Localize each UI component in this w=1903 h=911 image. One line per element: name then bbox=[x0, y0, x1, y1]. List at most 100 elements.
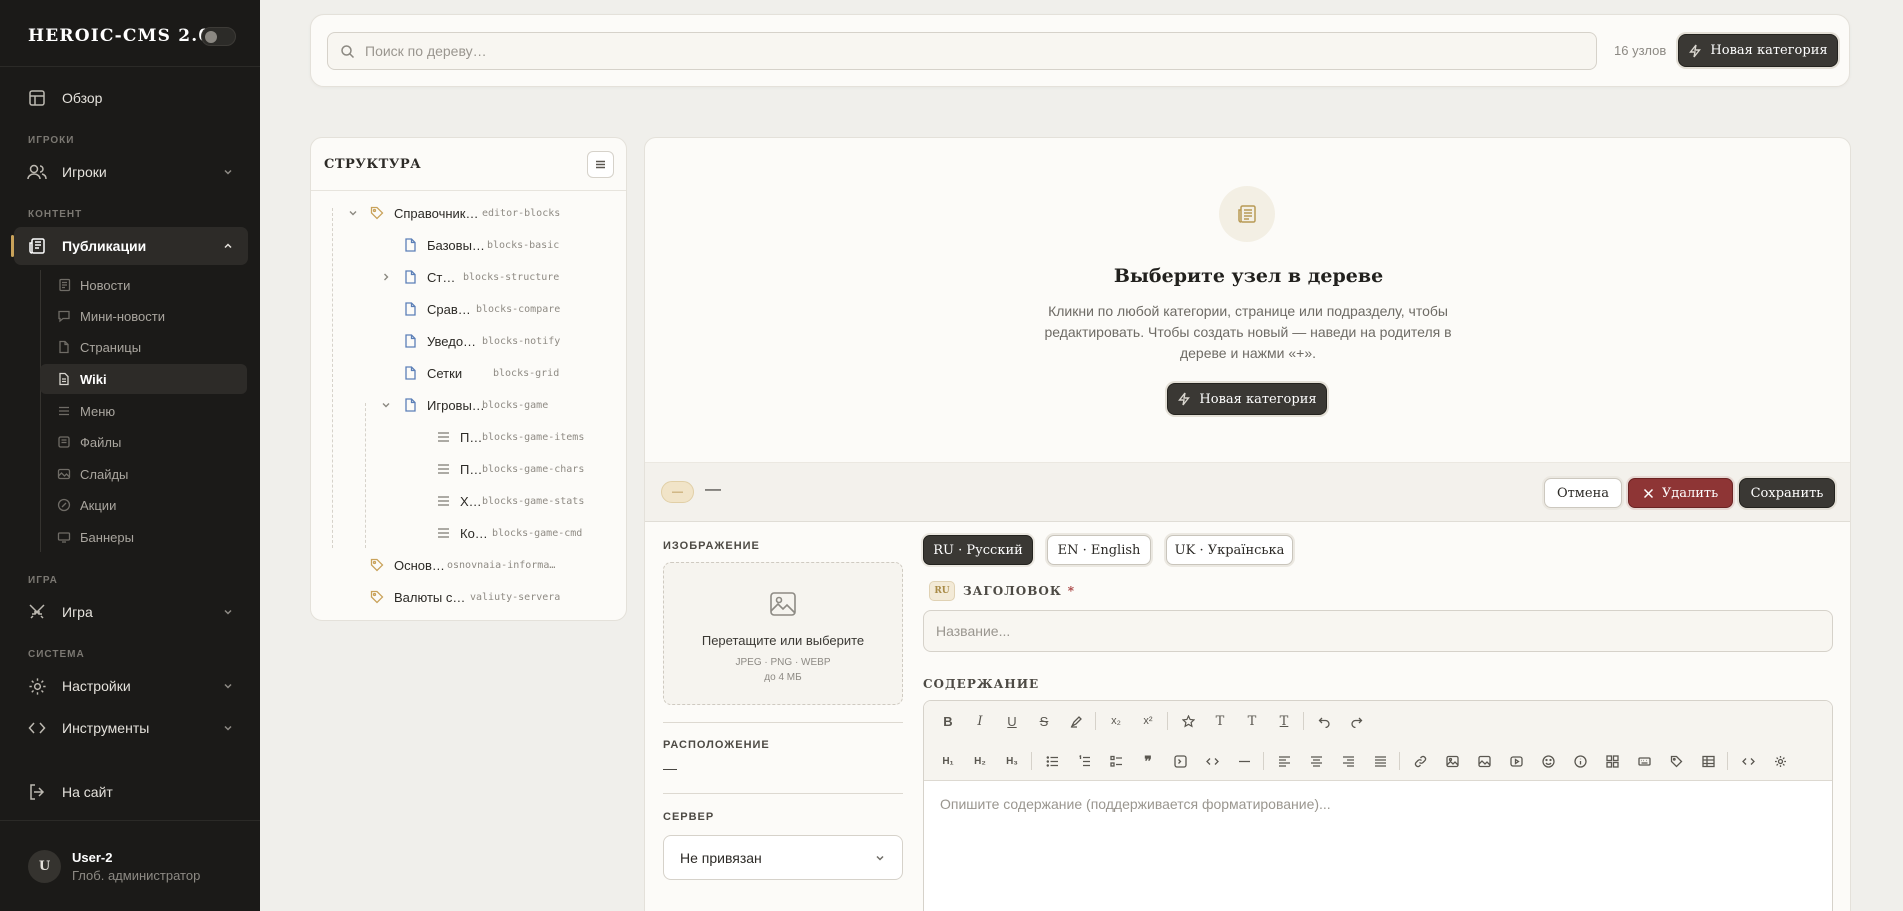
theme-toggle[interactable] bbox=[201, 27, 236, 46]
chevron-down-icon[interactable] bbox=[379, 398, 393, 412]
divider bbox=[663, 722, 903, 723]
ordered-list-icon[interactable] bbox=[1074, 751, 1094, 771]
heading-3-icon[interactable]: H₃ bbox=[1002, 751, 1022, 771]
emoji-icon[interactable] bbox=[1538, 751, 1558, 771]
tag-icon[interactable] bbox=[1666, 751, 1686, 771]
title-input[interactable] bbox=[923, 610, 1833, 652]
tree-node[interactable]: Игровы… bbox=[402, 394, 485, 416]
checklist-icon[interactable] bbox=[1106, 751, 1126, 771]
tree-node[interactable]: Х… bbox=[435, 490, 482, 512]
gear-icon[interactable] bbox=[1770, 751, 1790, 771]
chevron-down-icon[interactable] bbox=[346, 206, 360, 220]
tree-node[interactable]: П… bbox=[435, 426, 482, 448]
tree-node[interactable]: Срав… bbox=[402, 298, 471, 320]
text-style-icon[interactable]: T bbox=[1210, 711, 1230, 731]
sidebar-item-players[interactable]: Игроки bbox=[14, 153, 248, 191]
align-center-icon[interactable] bbox=[1306, 751, 1326, 771]
sidebar-subitem-news[interactable]: Новости bbox=[40, 270, 247, 300]
tree-node[interactable]: Валюты с… bbox=[369, 586, 465, 608]
sidebar-item-overview[interactable]: Обзор bbox=[14, 79, 248, 117]
tab-lang-uk[interactable]: UK · Українська bbox=[1166, 535, 1293, 565]
tree-node[interactable]: Уведо… bbox=[402, 330, 476, 352]
tree-node-slug: blocks-game-chars bbox=[482, 464, 585, 475]
image-icon[interactable] bbox=[1442, 751, 1462, 771]
user-name: User-2 bbox=[72, 850, 113, 865]
cancel-button[interactable]: Отмена bbox=[1544, 478, 1622, 508]
strikethrough-icon[interactable]: S bbox=[1034, 711, 1054, 731]
sidebar-subitem-banners[interactable]: Баннеры bbox=[40, 522, 247, 552]
bold-icon[interactable]: B bbox=[938, 711, 958, 731]
quote-icon[interactable]: ❞ bbox=[1138, 751, 1158, 771]
server-select-value: Не привязан bbox=[680, 849, 762, 866]
italic-icon[interactable]: I bbox=[970, 711, 990, 731]
sidebar-item-tools[interactable]: Инструменты bbox=[14, 709, 248, 747]
tree-search[interactable] bbox=[327, 32, 1597, 70]
chevron-down-icon bbox=[222, 679, 234, 695]
video-icon[interactable] bbox=[1506, 751, 1526, 771]
heading-1-icon[interactable]: H₁ bbox=[938, 751, 958, 771]
undo-icon[interactable] bbox=[1314, 711, 1334, 731]
info-icon[interactable] bbox=[1570, 751, 1590, 771]
code-icon[interactable] bbox=[1202, 751, 1222, 771]
save-button[interactable]: Сохранить bbox=[1739, 478, 1835, 508]
underline-icon[interactable]: U bbox=[1002, 711, 1022, 731]
tree-node[interactable]: Ко… bbox=[435, 522, 488, 544]
sidebar-subitem-files[interactable]: Файлы bbox=[40, 427, 247, 457]
redo-icon[interactable] bbox=[1346, 711, 1366, 731]
text-size-icon[interactable]: T bbox=[1242, 711, 1262, 731]
sidebar-subitem-label: Файлы bbox=[80, 434, 122, 450]
new-category-button[interactable]: Новая категория bbox=[1167, 383, 1327, 415]
sidebar-subitem-mini-news[interactable]: Мини-новости bbox=[40, 301, 247, 331]
lang-badge: RU bbox=[929, 581, 955, 601]
tree-menu-button[interactable] bbox=[587, 151, 614, 178]
sidebar-item-publications[interactable]: Публикации bbox=[11, 227, 248, 265]
superscript-icon[interactable]: x² bbox=[1138, 711, 1158, 731]
tab-lang-en[interactable]: EN · English bbox=[1047, 535, 1151, 565]
tree-node[interactable]: Ст… bbox=[402, 266, 455, 288]
highlighter-icon[interactable] bbox=[1066, 711, 1086, 731]
search-input[interactable] bbox=[365, 43, 1565, 59]
delete-button[interactable]: Удалить bbox=[1628, 478, 1733, 508]
link-icon[interactable] bbox=[1410, 751, 1430, 771]
keyboard-icon[interactable] bbox=[1634, 751, 1654, 771]
editor-content-area[interactable]: Опишите содержание (поддерживается форма… bbox=[940, 796, 1331, 812]
sidebar-subitem-promotions[interactable]: Акции bbox=[40, 490, 247, 520]
bullet-list-icon[interactable] bbox=[1042, 751, 1062, 771]
sidebar-subitem-slides[interactable]: Слайды bbox=[40, 459, 247, 489]
align-justify-icon[interactable] bbox=[1370, 751, 1390, 771]
tree-node-label: П… bbox=[460, 461, 483, 477]
sidebar-item-game[interactable]: Игра bbox=[14, 593, 248, 631]
align-right-icon[interactable] bbox=[1338, 751, 1358, 771]
tab-lang-ru[interactable]: RU · Русский bbox=[923, 535, 1033, 565]
grid-icon[interactable] bbox=[1602, 751, 1622, 771]
node-count: 16 узлов bbox=[1614, 43, 1667, 58]
subscript-icon[interactable]: x₂ bbox=[1106, 711, 1126, 731]
server-select[interactable]: Не привязан bbox=[663, 835, 903, 880]
sidebar-subitem-menu[interactable]: Меню bbox=[40, 396, 247, 426]
embed-icon[interactable] bbox=[1170, 751, 1190, 771]
source-code-icon[interactable] bbox=[1738, 751, 1758, 771]
table-icon[interactable] bbox=[1698, 751, 1718, 771]
tree-node[interactable]: Справочник… bbox=[369, 202, 479, 224]
sidebar-item-label: Обзор bbox=[62, 90, 103, 106]
user-card[interactable]: U User-2 Глоб. администратор bbox=[28, 850, 200, 883]
star-icon[interactable] bbox=[1178, 711, 1198, 731]
sidebar-item-to-site[interactable]: На сайт bbox=[14, 773, 248, 811]
tree-node[interactable]: П… bbox=[435, 458, 482, 480]
sidebar-subitem-pages[interactable]: Страницы bbox=[40, 332, 247, 362]
new-category-button[interactable]: Новая категория bbox=[1678, 34, 1838, 67]
clear-format-icon[interactable]: T bbox=[1274, 711, 1294, 731]
horizontal-rule-icon[interactable] bbox=[1234, 751, 1254, 771]
tree-node[interactable]: Основ… bbox=[369, 554, 445, 576]
gallery-icon[interactable] bbox=[1474, 751, 1494, 771]
align-left-icon[interactable] bbox=[1274, 751, 1294, 771]
chevron-right-icon[interactable] bbox=[379, 270, 393, 284]
sidebar-item-settings[interactable]: Настройки bbox=[14, 667, 248, 705]
percent-icon bbox=[56, 497, 72, 513]
tree-node[interactable]: Сетки bbox=[402, 362, 462, 384]
sidebar-subitem-wiki[interactable]: Wiki bbox=[40, 364, 247, 394]
image-dropzone[interactable]: Перетащите или выберите JPEG · PNG · WEB… bbox=[663, 562, 903, 705]
tree-node[interactable]: Базовы… bbox=[402, 234, 485, 256]
newspaper-icon bbox=[1219, 186, 1275, 242]
heading-2-icon[interactable]: H₂ bbox=[970, 751, 990, 771]
